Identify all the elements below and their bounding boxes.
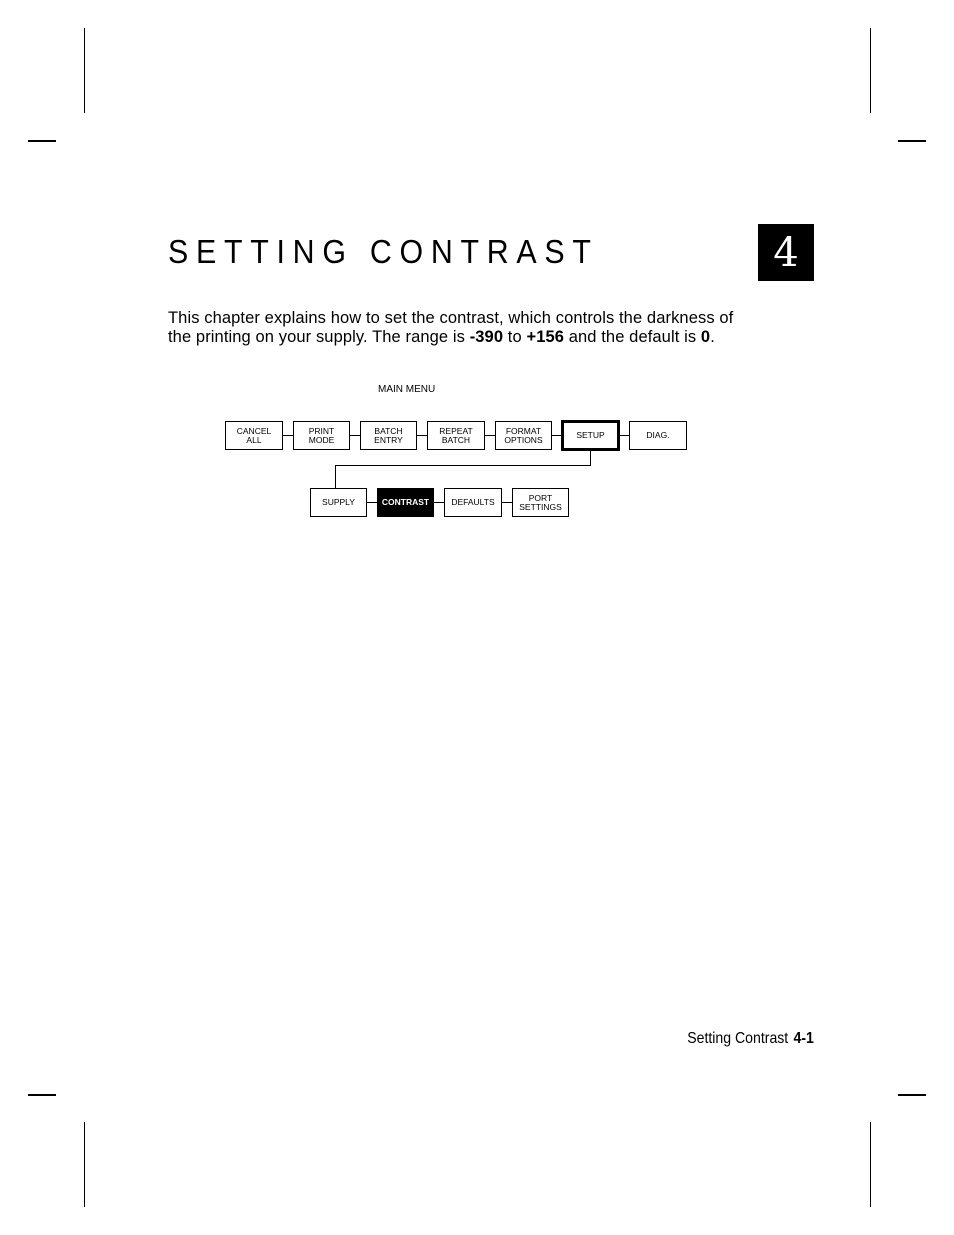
crop-mark-bottom-right-vertical (870, 1122, 871, 1207)
default-value: 0 (700, 328, 711, 346)
menu-box-label: DEFAULTS (451, 497, 495, 507)
connector-line (434, 502, 444, 503)
menu-box-label: SETUP (576, 430, 605, 440)
connector-line (335, 465, 336, 489)
submenu-box-defaults: DEFAULTS (444, 488, 502, 517)
crop-mark-top-right-vertical (870, 28, 871, 113)
menu-box-label: CONTRAST (381, 497, 430, 507)
crop-mark-top-left-vertical (84, 28, 85, 113)
menu-box-format-options: FORMAT OPTIONS (495, 421, 552, 450)
menu-box-print-mode: PRINT MODE (293, 421, 350, 450)
submenu-box-contrast: CONTRAST (377, 488, 434, 517)
range-max-value: +156 (526, 328, 565, 346)
connector-line (349, 435, 360, 436)
menu-box-label: ENTRY (374, 434, 403, 445)
connector-line (501, 502, 512, 503)
menu-box-diag: DIAG. (629, 421, 687, 450)
menu-box-repeat-batch: REPEAT BATCH (427, 421, 485, 450)
footer-section-title: Setting Contrast (687, 1030, 789, 1047)
menu-box-label: BATCH (441, 434, 471, 445)
range-min-value: -390 (469, 328, 504, 346)
menu-box-label: MODE (308, 434, 335, 445)
intro-paragraph: This chapter explains how to set the con… (168, 309, 748, 347)
menu-box-label: SUPPLY (322, 497, 355, 507)
main-menu-label: MAIN MENU (378, 384, 436, 395)
submenu-box-port-settings: PORT SETTINGS (512, 488, 569, 517)
connector-line (367, 502, 377, 503)
connector-line (484, 435, 495, 436)
menu-box-setup: SETUP (561, 420, 620, 451)
intro-text: . (710, 328, 715, 346)
connector-line (619, 435, 629, 436)
menu-box-label: ALL (246, 434, 262, 445)
crop-mark-top-left-horizontal (28, 140, 56, 142)
crop-mark-bottom-left-horizontal (28, 1094, 56, 1096)
connector-line (590, 451, 591, 466)
menu-box-label: DIAG. (646, 430, 670, 440)
page-footer: Setting Contrast 4-1 (687, 1030, 814, 1048)
chapter-number-tab: 4 (758, 224, 814, 281)
crop-mark-top-right-horizontal (898, 140, 926, 142)
crop-mark-bottom-left-vertical (84, 1122, 85, 1207)
intro-text: to (503, 328, 527, 346)
footer-page-number: 4-1 (793, 1030, 814, 1047)
page-title: SETTING CONTRAST (168, 233, 599, 270)
menu-box-label: SETTINGS (519, 501, 562, 512)
menu-box-label: OPTIONS (504, 434, 543, 445)
menu-box-batch-entry: BATCH ENTRY (360, 421, 417, 450)
menu-box-cancel-all: CANCEL ALL (225, 421, 283, 450)
connector-line (335, 465, 591, 466)
crop-mark-bottom-right-horizontal (898, 1094, 926, 1096)
submenu-box-supply: SUPPLY (310, 488, 367, 517)
intro-text: and the default is (564, 328, 701, 346)
